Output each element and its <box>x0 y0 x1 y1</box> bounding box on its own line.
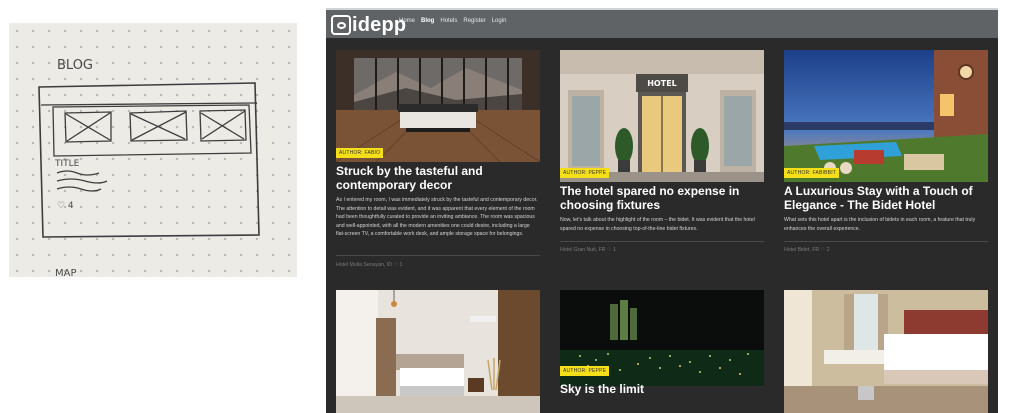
divider <box>784 241 988 242</box>
nav-hotels[interactable]: Hotels <box>440 18 457 24</box>
sketch-drawing: BLOG TITLE ♡ 4 MAP <box>38 58 260 277</box>
author-badge: AUTHOR: FABIBBIT <box>784 168 840 178</box>
logo-text: idepp <box>352 13 407 36</box>
divider <box>560 241 764 242</box>
nav-home[interactable]: Home <box>399 18 415 24</box>
nav-blog[interactable]: Blog <box>421 18 434 24</box>
suite-photo[interactable] <box>784 290 988 413</box>
post-card[interactable] <box>336 290 540 413</box>
sketch-image-placeholder <box>64 111 112 143</box>
bedroom-photo[interactable] <box>336 50 540 162</box>
like-count: 2 <box>826 247 830 253</box>
logo-icon <box>331 15 351 35</box>
nav-login[interactable]: Login <box>492 18 507 24</box>
hotel-entrance-photo[interactable]: HOTEL <box>560 50 764 182</box>
heart-icon[interactable]: ♡ <box>821 247 826 253</box>
pool-terrace-photo[interactable] <box>784 50 988 182</box>
sketch-image-placeholder <box>129 110 188 142</box>
post-title[interactable]: Sky is the limit <box>560 382 764 396</box>
sketch-title-label: TITLE <box>54 159 80 169</box>
post-card[interactable]: HOTEL AUTHOR: PEPPE The hotel spared no … <box>560 50 764 280</box>
sketch-likes-label: ♡ 4 <box>57 201 74 211</box>
post-meta: Hotel Gran Nuit, FR ♡ 1 <box>560 247 616 253</box>
hotel-name[interactable]: Hotel Mulia Senayan, ID <box>336 262 392 268</box>
post-excerpt: Now, let's talk about the highlight of t… <box>560 217 755 232</box>
like-count: 1 <box>613 247 617 253</box>
post-excerpt: As I entered my room, I was immediately … <box>336 197 538 237</box>
post-card[interactable]: AUTHOR: FABIBBIT A Luxurious Stay with a… <box>784 50 988 280</box>
post-excerpt: What sets this hotel apart is the inclus… <box>784 217 976 232</box>
post-card[interactable] <box>784 290 988 413</box>
heart-icon[interactable]: ♡ <box>607 247 612 253</box>
like-count: 1 <box>399 262 403 268</box>
author-badge: AUTHOR: FABIO <box>336 148 384 158</box>
room-photo[interactable] <box>336 290 540 413</box>
divider <box>336 255 540 256</box>
post-card[interactable]: AUTHOR: FABIO Struck by the tasteful and… <box>336 50 540 280</box>
svg-text:HOTEL: HOTEL <box>647 79 677 88</box>
sketch-image-placeholder <box>199 109 247 142</box>
wireframe-sketch: BLOG TITLE ♡ 4 MAP <box>9 23 297 277</box>
author-badge: AUTHOR: PEPPE <box>560 168 610 178</box>
post-card[interactable]: AUTHOR: PEPPE Sky is the limit <box>560 290 764 413</box>
hotel-name[interactable]: Hotel Gran Nuit, FR <box>560 247 606 253</box>
post-meta: Hotel Bidet, FR ♡ 2 <box>784 247 830 253</box>
post-meta: Hotel Mulia Senayan, ID ♡ 1 <box>336 262 402 268</box>
nav-register[interactable]: Register <box>463 18 485 24</box>
website-screenshot: idepp Home Blog Hotels Register Login AU… <box>326 8 998 413</box>
sketch-blog-label: BLOG <box>57 58 93 73</box>
post-title[interactable]: A Luxurious Stay with a Touch of Eleganc… <box>784 184 988 212</box>
nav-links: Home Blog Hotels Register Login <box>399 18 506 24</box>
logo[interactable]: idepp <box>331 14 406 36</box>
heart-icon[interactable]: ♡ <box>393 262 398 268</box>
sketch-map-label: MAP <box>55 268 77 277</box>
post-title[interactable]: Struck by the tasteful and contemporary … <box>336 164 540 192</box>
hotel-name[interactable]: Hotel Bidet, FR <box>784 247 819 253</box>
author-badge: AUTHOR: PEPPE <box>560 366 610 376</box>
navbar: idepp Home Blog Hotels Register Login <box>326 8 998 38</box>
post-title[interactable]: The hotel spared no expense in choosing … <box>560 184 764 212</box>
